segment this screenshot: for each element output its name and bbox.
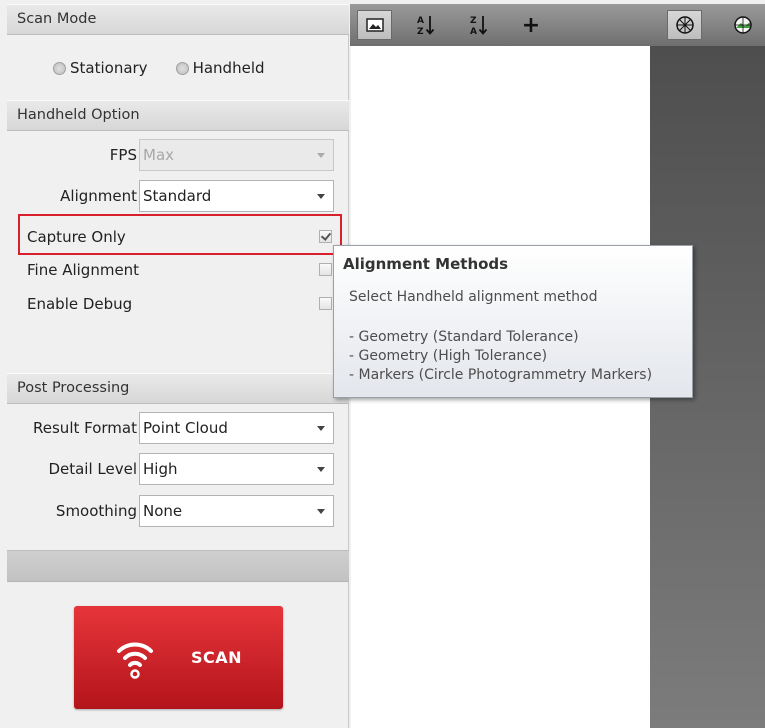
sort-za-icon: Z A bbox=[470, 16, 488, 36]
fps-label: FPS bbox=[109, 146, 137, 164]
alignment-select[interactable]: Standard bbox=[139, 180, 334, 212]
radio-stationary-icon[interactable] bbox=[53, 61, 66, 75]
chevron-down-icon bbox=[317, 153, 325, 158]
chevron-down-icon bbox=[317, 509, 325, 514]
tooltip-method-item: - Markers (Circle Photogrammetry Markers… bbox=[349, 367, 653, 383]
image-icon bbox=[365, 18, 384, 32]
alignment-label: Alignment bbox=[60, 187, 137, 205]
fps-select[interactable]: Max bbox=[139, 139, 334, 171]
fps-row: FPS Max bbox=[7, 139, 349, 171]
chevron-down-icon bbox=[317, 426, 325, 431]
add-icon: + bbox=[521, 12, 541, 38]
radio-handheld[interactable]: Handheld bbox=[175, 59, 265, 77]
mesh-view-button[interactable] bbox=[667, 10, 702, 40]
detail-level-select[interactable]: High bbox=[139, 453, 334, 485]
svg-text:A: A bbox=[417, 16, 424, 26]
detail-level-label: Detail Level bbox=[48, 460, 137, 478]
scan-mode-header: Scan Mode bbox=[7, 4, 349, 35]
smoothing-row: Smoothing None bbox=[7, 495, 349, 527]
sort-az-button[interactable]: A Z bbox=[413, 10, 439, 40]
result-format-label: Result Format bbox=[33, 419, 137, 437]
post-processing-header: Post Processing bbox=[7, 373, 349, 404]
mesh-view-icon bbox=[675, 16, 694, 34]
fine-alignment-checkbox[interactable] bbox=[319, 263, 332, 276]
chevron-down-icon bbox=[317, 194, 325, 199]
alignment-row: Alignment Standard bbox=[7, 180, 349, 212]
svg-text:A: A bbox=[470, 27, 477, 36]
enable-debug-checkbox[interactable] bbox=[319, 297, 332, 310]
section-divider-bar bbox=[7, 550, 349, 582]
detail-level-row: Detail Level High bbox=[7, 453, 349, 485]
tooltip-title: Alignment Methods bbox=[343, 255, 509, 273]
chevron-down-icon bbox=[317, 467, 325, 472]
radio-handheld-icon[interactable] bbox=[175, 61, 189, 75]
image-view-button[interactable] bbox=[357, 10, 392, 40]
scan-button[interactable]: SCAN bbox=[74, 606, 283, 709]
enable-debug-row[interactable]: Enable Debug bbox=[27, 291, 332, 317]
handheld-option-header: Handheld Option bbox=[7, 100, 349, 131]
result-format-row: Result Format Point Cloud bbox=[7, 412, 349, 444]
radio-stationary[interactable]: Stationary bbox=[53, 59, 148, 77]
capture-only-highlight bbox=[18, 214, 342, 255]
add-button[interactable]: + bbox=[520, 10, 542, 40]
scan-mode-radio-group: Stationary Handheld bbox=[53, 59, 265, 77]
left-panel: Scan Mode Stationary Handheld Handheld O… bbox=[7, 4, 349, 728]
texture-view-icon bbox=[734, 16, 752, 34]
svg-text:Z: Z bbox=[470, 16, 477, 26]
svg-text:Z: Z bbox=[417, 27, 424, 36]
result-format-select[interactable]: Point Cloud bbox=[139, 412, 334, 444]
tooltip-method-list: - Geometry (Standard Tolerance) - Geomet… bbox=[349, 328, 652, 385]
smoothing-select[interactable]: None bbox=[139, 495, 334, 527]
fine-alignment-row[interactable]: Fine Alignment bbox=[27, 257, 332, 283]
view-toolbar: A Z Z A + bbox=[350, 4, 765, 46]
sort-za-button[interactable]: Z A bbox=[466, 10, 492, 40]
tooltip-description: Select Handheld alignment method bbox=[349, 289, 598, 305]
wifi-signal-icon bbox=[116, 642, 153, 679]
smoothing-label: Smoothing bbox=[55, 502, 137, 520]
alignment-tooltip: Alignment Methods Select Handheld alignm… bbox=[333, 245, 693, 398]
tooltip-method-item: - Geometry (Standard Tolerance) bbox=[349, 329, 579, 345]
texture-view-button[interactable] bbox=[730, 10, 756, 40]
sort-az-icon: A Z bbox=[417, 16, 435, 36]
tooltip-method-item: - Geometry (High Tolerance) bbox=[349, 348, 548, 364]
